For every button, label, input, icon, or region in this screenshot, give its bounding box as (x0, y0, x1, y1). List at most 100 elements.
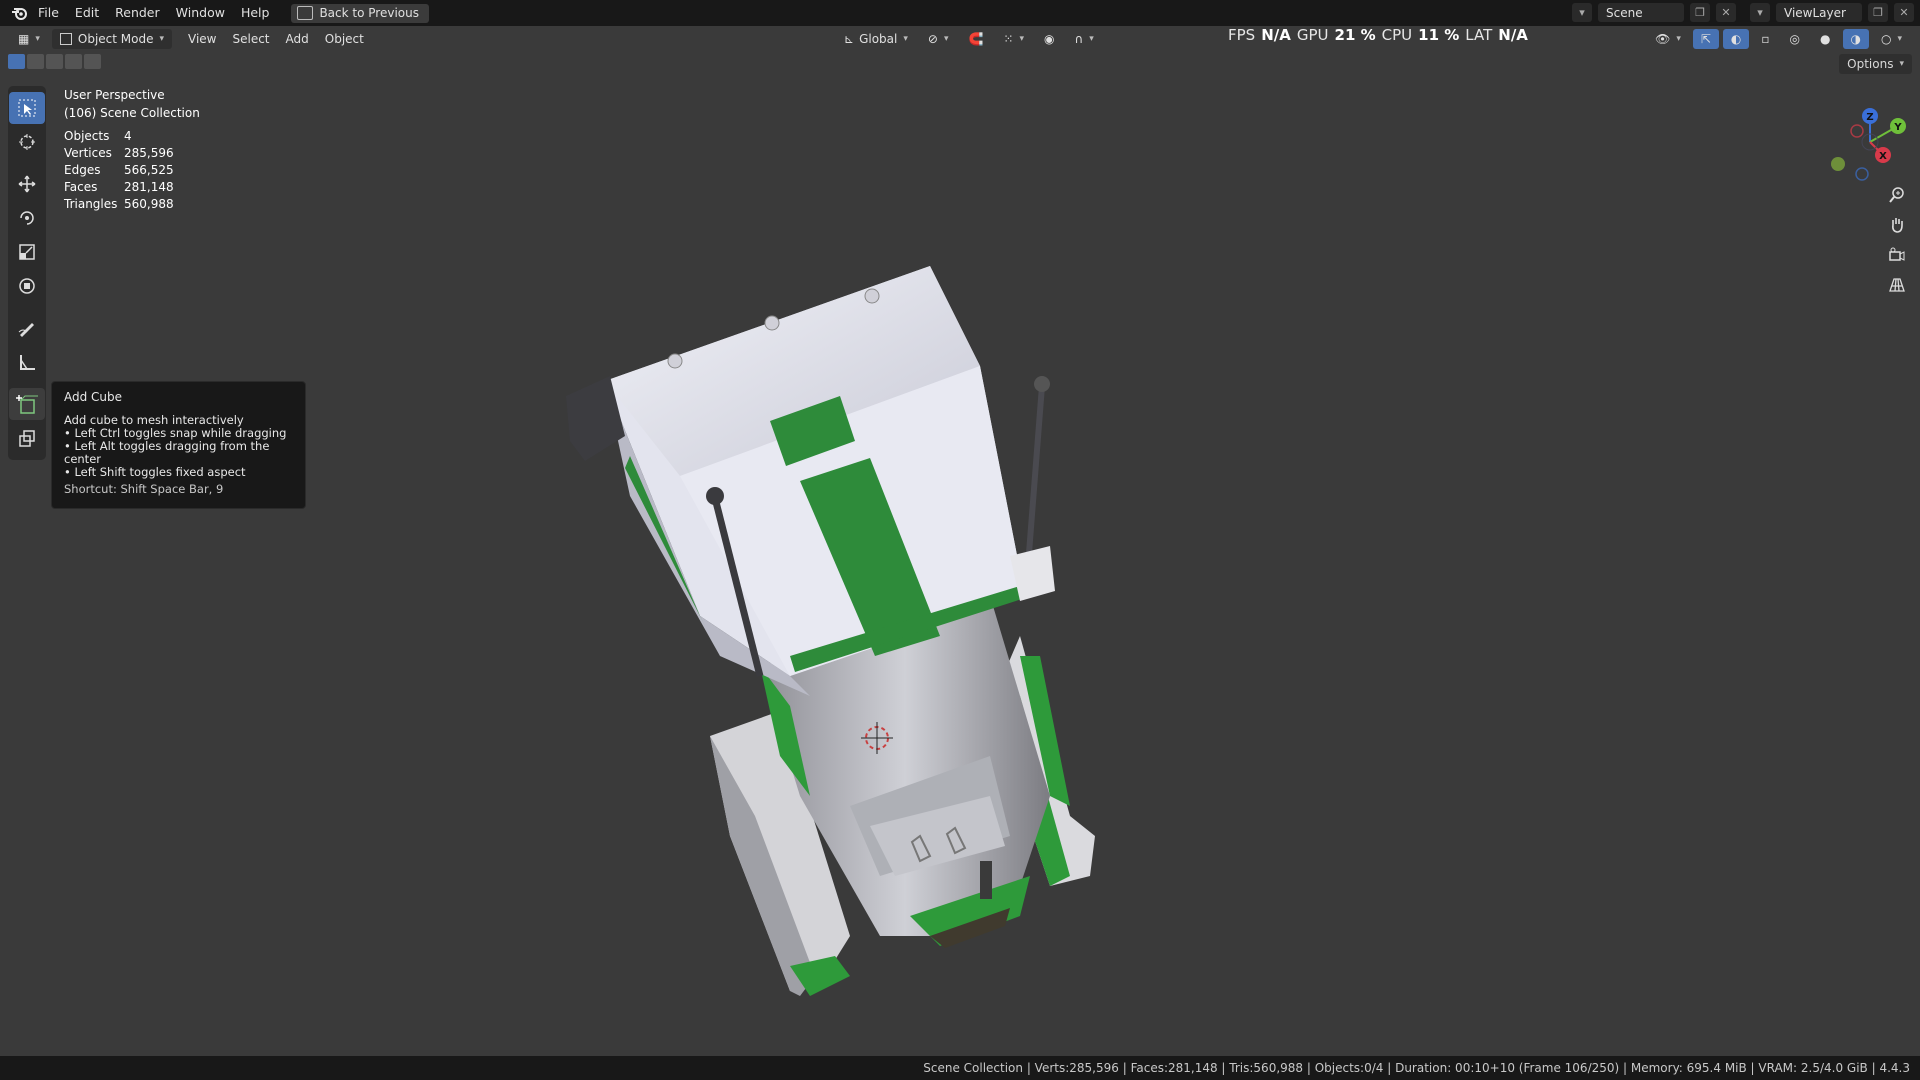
wireframe-shading-icon[interactable]: ◎ (1782, 29, 1808, 49)
collection-label: (106) Scene Collection (64, 106, 200, 120)
pivot-point-icon[interactable]: ⊘ ▾ (920, 29, 957, 49)
object-mode-dropdown[interactable]: Object Mode ▾ (51, 29, 172, 49)
annotate-icon (18, 323, 34, 337)
options-dropdown[interactable]: Options ▾ (1839, 54, 1912, 74)
perspective-toggle-icon[interactable] (1884, 272, 1910, 298)
navigation-gizmo[interactable]: Z Y X (1820, 96, 1910, 189)
select-set-icon[interactable] (8, 54, 25, 69)
stats-row: Edges 566,525 (64, 162, 174, 179)
measure-tool[interactable] (9, 346, 45, 378)
add-cube-tooltip: Add Cube Add cube to mesh interactively … (51, 381, 306, 509)
top-menu-bar: File Edit Render Window Help Back to Pre… (0, 0, 1920, 26)
material-shading-icon[interactable]: ◑ (1842, 29, 1869, 49)
solid-shading-icon[interactable]: ● (1812, 29, 1838, 49)
stats-table: Objects 4 Vertices 285,596 Edges 566,525 Fa… (64, 128, 174, 213)
snap-toggle-icon[interactable]: 🧲 (960, 29, 991, 49)
viewport-header: ▦ ▾ Object Mode ▾ View Select Add Object ⊾… (0, 26, 1920, 52)
proportional-edit-icon[interactable]: ◉ (1036, 29, 1062, 49)
select-box-tool[interactable] (9, 92, 45, 124)
3d-viewport[interactable]: ▦ ▾ Object Mode ▾ View Select Add Object ⊾… (0, 26, 1920, 1056)
view-layer-field[interactable]: ViewLayer (1776, 3, 1862, 22)
tooltip-line: • Left Alt toggles dragging from the cen… (64, 439, 270, 466)
menu-select[interactable]: Select (224, 29, 277, 49)
stat-value: 4 (124, 129, 132, 143)
gizmo-x-label: X (1879, 151, 1887, 162)
selection-mode-buttons (8, 54, 101, 69)
extrude-icon (19, 430, 35, 447)
measure-icon (20, 355, 35, 370)
menu-object[interactable]: Object (317, 29, 372, 49)
select-difference-icon[interactable] (65, 54, 82, 69)
scene-selector-icon[interactable]: ▾ (1572, 3, 1592, 22)
delete-view-layer-icon[interactable]: ✕ (1894, 3, 1914, 22)
stat-value: 560,988 (124, 197, 174, 211)
rotate-tool[interactable] (9, 202, 45, 234)
top-right-controls: ▾ Scene ❐ ✕ ▾ ViewLayer ❐ ✕ (1572, 3, 1914, 22)
gizmo-toggle-icon[interactable]: ⇱ (1692, 29, 1719, 49)
gpu-label: GPU (1296, 26, 1329, 44)
screen-icon (297, 6, 314, 20)
menu-file[interactable]: File (30, 0, 67, 26)
back-to-previous-label: Back to Previous (319, 6, 419, 20)
back-to-previous-button[interactable]: Back to Previous (291, 3, 429, 23)
select-intersect-icon[interactable] (84, 54, 101, 69)
new-scene-icon[interactable]: ❐ (1690, 3, 1710, 22)
stat-value: 285,596 (124, 146, 174, 160)
add-cube-tool[interactable] (9, 388, 45, 420)
blender-logo-icon[interactable] (8, 2, 30, 24)
transform-tool[interactable] (9, 270, 45, 302)
lat-value: N/A (1498, 26, 1528, 44)
camera-view-icon[interactable] (1884, 242, 1910, 268)
menu-window[interactable]: Window (168, 0, 233, 26)
status-bar-text: Scene Collection | Verts:285,596 | Faces… (923, 1061, 1910, 1075)
move-tool[interactable] (9, 168, 45, 200)
menu-render[interactable]: Render (107, 0, 168, 26)
menu-add[interactable]: Add (278, 29, 317, 49)
menu-help[interactable]: Help (233, 0, 278, 26)
view-layer-selector-icon[interactable]: ▾ (1750, 3, 1770, 22)
falloff-icon[interactable]: ∩ ▾ (1067, 29, 1102, 49)
visibility-icon[interactable]: 👁 ▾ (1647, 29, 1689, 49)
scene-name-field[interactable]: Scene (1598, 3, 1684, 22)
performance-overlay: FPS N/A GPU 21 % CPU 11 % LAT N/A (1228, 26, 1528, 46)
stat-label: Vertices (64, 146, 112, 160)
cursor-tool[interactable] (9, 126, 45, 158)
stats-row: Objects 4 (64, 128, 174, 145)
scale-tool[interactable] (9, 236, 45, 268)
select-extend-icon[interactable] (27, 54, 44, 69)
new-view-layer-icon[interactable]: ❐ (1868, 3, 1888, 22)
select-subtract-icon[interactable] (46, 54, 63, 69)
stat-label: Faces (64, 180, 98, 194)
snap-target-icon[interactable]: ⁙ ▾ (995, 29, 1032, 49)
perspective-label: User Perspective (64, 88, 165, 102)
editor-type-icon[interactable]: ▦ ▾ (10, 29, 48, 49)
stats-row: Vertices 285,596 (64, 145, 174, 162)
stat-value: 566,525 (124, 163, 174, 177)
xray-toggle-icon[interactable]: ▫ (1753, 29, 1777, 49)
stat-value: 281,148 (124, 180, 174, 194)
status-bar: Scene Collection | Verts:285,596 | Faces… (0, 1056, 1920, 1080)
transform-icon (19, 278, 35, 294)
extrude-tool[interactable] (9, 422, 45, 454)
annotate-tool[interactable] (9, 312, 45, 344)
stat-label: Edges (64, 163, 101, 177)
tooltip-title: Add Cube (64, 390, 123, 404)
stat-label: Triangles (64, 197, 118, 211)
delete-scene-icon[interactable]: ✕ (1716, 3, 1736, 22)
mode-icon (59, 33, 72, 45)
gizmo-y-label: Y (1893, 122, 1902, 133)
overlay-toggle-icon[interactable]: ◐ (1722, 29, 1750, 49)
menu-edit[interactable]: Edit (67, 0, 107, 26)
tooltip-shortcut: Shortcut: Shift Space Bar, 9 (64, 482, 224, 496)
shading-controls: 👁 ▾ ⇱ ◐ ▫ ◎ ● ◑ ○ ▾ (1647, 29, 1910, 49)
add-cube-icon (16, 395, 38, 414)
orientation-dropdown[interactable]: ⊾ Global ▾ (836, 29, 916, 49)
menu-view[interactable]: View (180, 29, 224, 49)
rotate-icon (20, 211, 34, 225)
rendered-shading-icon[interactable]: ○ ▾ (1873, 29, 1910, 49)
stats-row: Faces 281,148 (64, 179, 174, 196)
robot-3d-model[interactable] (550, 236, 1110, 1006)
cpu-label: CPU (1381, 26, 1413, 44)
pan-hand-icon[interactable] (1884, 212, 1910, 238)
zoom-icon[interactable] (1884, 182, 1910, 208)
